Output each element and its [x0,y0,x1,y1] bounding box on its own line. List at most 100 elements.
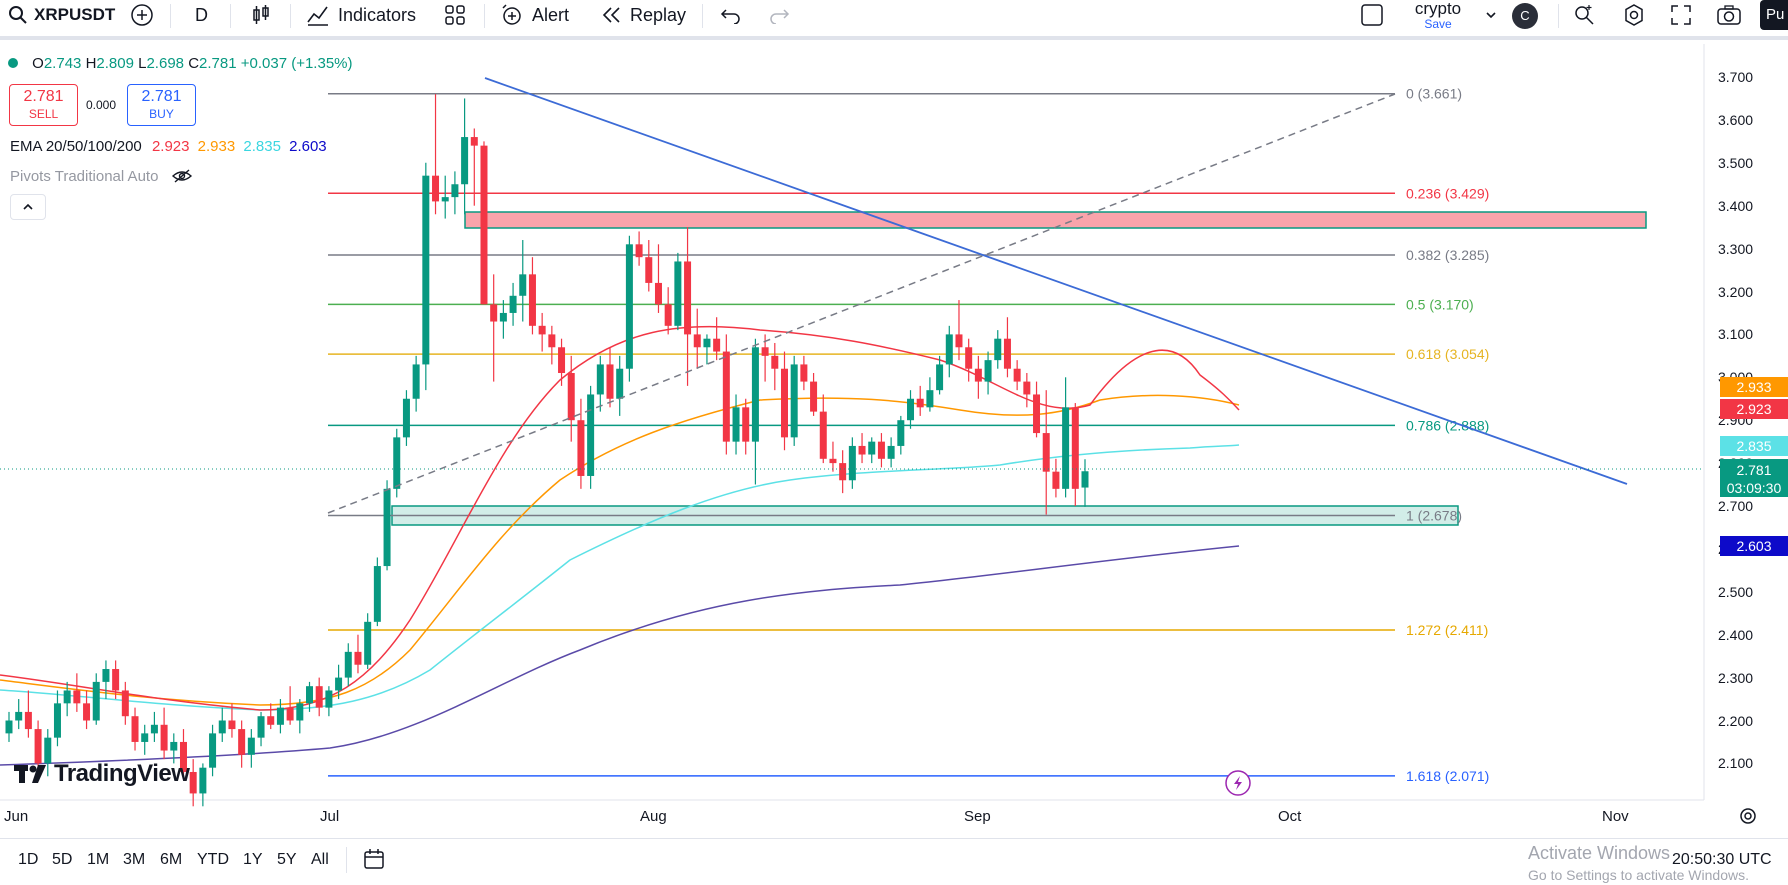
candle-up [393,437,401,489]
eye-hidden-icon[interactable] [171,168,193,184]
candle-down [645,257,653,283]
candle-down [742,407,750,442]
ema50-price-label: 2.933 [1720,377,1788,397]
candle-down [771,355,779,369]
candle-up [92,681,100,721]
candle-down [160,724,168,751]
candle-up [848,445,856,481]
fib-level-label: 0 (3.661) [1406,86,1462,102]
candle-up [868,441,876,455]
candle-down [1033,394,1041,434]
candle-up [344,651,352,678]
ema200-value: 2.603 [289,138,327,155]
candle-down [761,347,769,356]
range-1y[interactable]: 1Y [243,851,263,869]
fib-level-label: 1 (2.678) [1406,507,1462,523]
fib-level-label: 0.236 (3.429) [1406,185,1489,201]
candle-up [141,733,149,742]
price-tick: 3.300 [1718,240,1754,257]
candle-up [907,398,915,421]
high-label: H [85,55,97,72]
candle-down [470,137,478,146]
time-tick: Jul [320,808,340,825]
candle-down [800,364,808,382]
candle-down [1003,338,1011,369]
candle-down [974,368,982,382]
watermark-subtitle: Go to Settings to activate Windows. [1528,867,1749,883]
candle-down [131,716,139,742]
candle-up [1062,407,1070,489]
candle-up [306,686,314,704]
candle-up [63,690,71,704]
buy-button[interactable]: 2.781 BUY [127,84,196,126]
ema100-value: 2.835 [243,138,281,155]
candle-down [877,441,885,459]
price-chart[interactable]: 0 (3.661) 0.236 (3.429) 0.382 (3.285) 0.5 (… [0,0,1788,884]
price-tick: 3.100 [1718,326,1754,343]
pivots-legend[interactable]: Pivots Traditional Auto [10,168,193,185]
range-1d[interactable]: 1D [18,851,38,869]
price-tick: 3.200 [1718,283,1754,300]
candle-down [121,690,129,717]
range-3m[interactable]: 3M [123,851,145,869]
candle-down [73,690,81,704]
price-tick: 2.500 [1718,583,1754,600]
spread-value: 0.000 [86,98,117,112]
candle-down [829,458,837,464]
ema50-line [0,394,1240,706]
candle-up [53,703,61,738]
candle-up [1081,471,1089,488]
candle-up [102,669,110,682]
candle-down [490,304,498,322]
candle-down [858,445,866,455]
candle-up [625,244,633,369]
candle-down [722,351,730,442]
price-tick: 3.700 [1718,69,1754,85]
range-6m[interactable]: 6M [160,851,182,869]
candle-down [819,411,827,459]
chart-settings-button[interactable] [1738,806,1758,831]
candle-up [325,690,333,708]
buy-label: BUY [149,107,174,121]
candle-up [897,420,905,446]
fib-level-label: 1.618 (2.071) [1406,768,1489,784]
candle-up [587,394,595,476]
candle-down [810,381,818,412]
price-tick: 3.400 [1718,197,1754,214]
tradingview-logo: TradingView [14,760,190,788]
collapse-legend-button[interactable] [10,194,46,220]
range-5y[interactable]: 5Y [277,851,297,869]
candle-up [5,720,13,734]
ema50-value: 2.933 [197,138,236,155]
price-tick: 3.500 [1718,154,1754,171]
goto-date-button[interactable] [362,847,386,876]
ema20-value: 2.923 [151,138,190,155]
candle-down [267,716,275,725]
buy-price: 2.781 [141,88,182,105]
candle-up [170,741,178,751]
range-5d[interactable]: 5D [52,851,72,869]
candle-up [519,274,527,296]
candle-down [528,274,536,326]
clock[interactable]: 20:50:30 UTC [1670,851,1772,869]
price-tick: 2.400 [1718,626,1754,643]
price-tick: 2.300 [1718,669,1754,686]
watermark-title: Activate Windows [1528,843,1671,863]
range-ytd[interactable]: YTD [197,851,229,869]
candle-up [945,334,953,365]
range-1m[interactable]: 1M [87,851,109,869]
range-all[interactable]: All [311,851,329,869]
candle-up [209,733,217,768]
candle-down [286,707,294,721]
sell-button[interactable]: 2.781 SELL [9,84,78,126]
market-status-dot [8,58,18,68]
ema-label: EMA 20/50/100/200 [10,138,142,155]
bar-countdown: 03:09:30 [1726,480,1782,496]
symbol-legend: O2.743 H2.809 L2.698 C2.781 +0.037 (+1.3… [8,55,353,72]
ema-legend[interactable]: EMA 20/50/100/200 2.923 2.933 2.835 2.60… [10,138,327,155]
candle-down [480,145,488,305]
low-value: 2.698 [146,55,185,72]
bottom-toolbar: 1D 5D 1M 3M 6M YTD 1Y 5Y All Activate Wi… [0,838,1788,885]
candle-up [199,767,207,794]
candle-down [558,347,566,374]
